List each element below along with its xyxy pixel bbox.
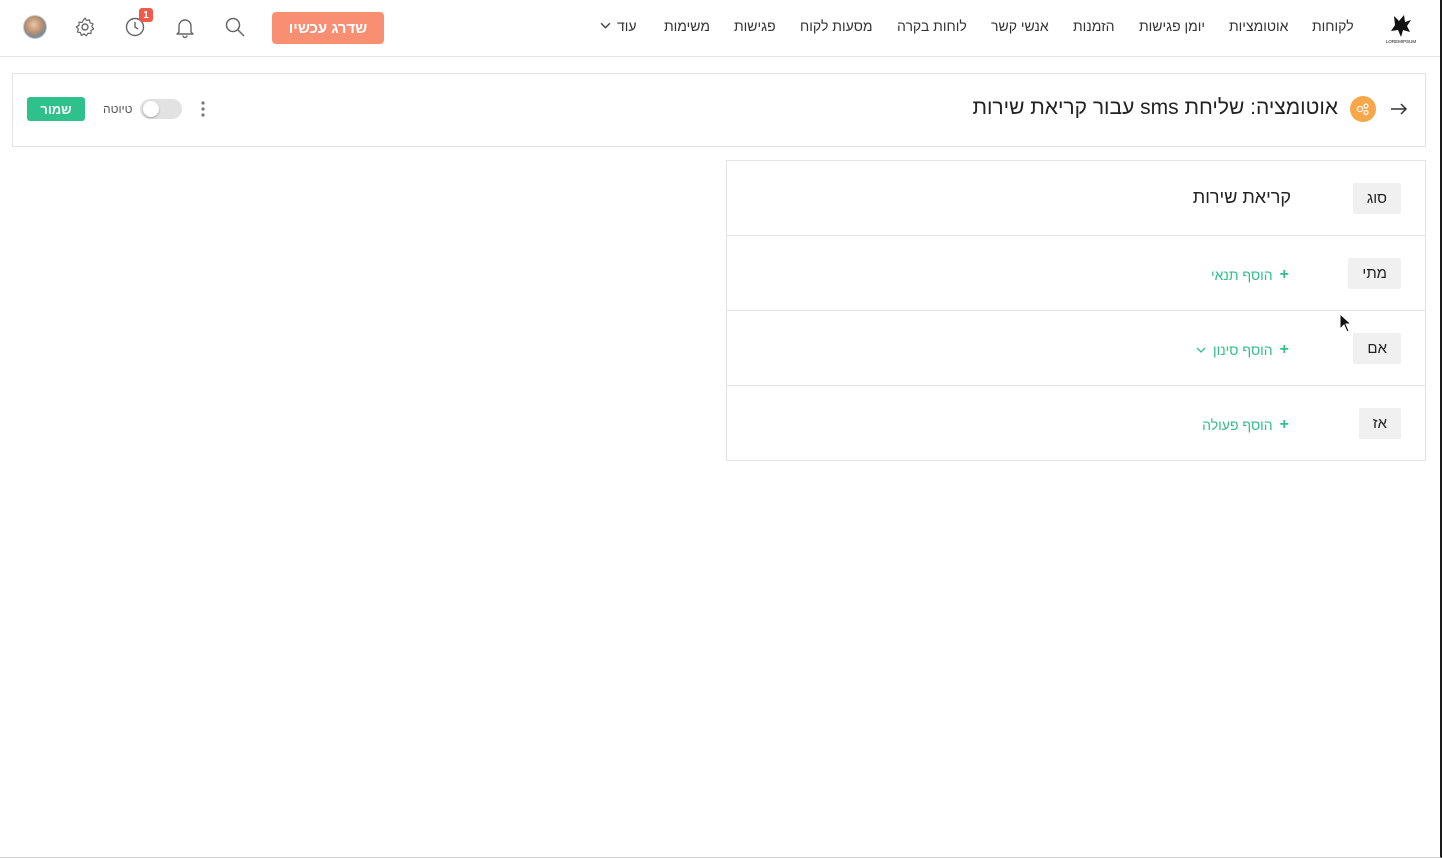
nav-more-menu[interactable]: עוד [600,18,637,34]
rule-row-if: אם + הוסף סינון [727,311,1425,386]
logo-icon[interactable]: LOREMIPSUM [1385,12,1417,44]
plus-icon: + [1279,341,1289,358]
nav-item-customer-journeys[interactable]: מסעות לקוח [800,18,873,34]
rule-label-type: סוג [1352,183,1401,214]
rule-label-when: מתי [1348,258,1401,289]
add-condition-link[interactable]: + הוסף תנאי [1211,266,1289,284]
draft-toggle[interactable] [140,99,182,119]
page-title: אוטומציה: שליחת sms עבור קריאת שירות [972,96,1338,119]
rule-row-then: אז + הוסף פעולה [727,386,1425,461]
nav-item-contacts[interactable]: אנשי קשר [991,18,1049,34]
kebab-icon[interactable] [197,99,209,119]
add-action-label: הוסף פעולה [1202,417,1273,433]
nav-item-meetings-calendar[interactable]: יומן פגישות [1139,18,1205,34]
save-button[interactable]: שמור [27,97,85,121]
nav-more-label: עוד [617,18,637,34]
notification-badge: 1 [139,8,153,22]
search-icon[interactable] [222,14,248,40]
rules-card: סוג קריאת שירות מתי + הוסף תנאי אם + הוס… [726,160,1426,461]
rule-label-if: אם [1353,333,1401,364]
rule-row-when: מתי + הוסף תנאי [727,236,1425,311]
nav-item-meetings[interactable]: פגישות [734,18,776,34]
add-action-link[interactable]: + הוסף פעולה [1202,416,1289,434]
bell-icon[interactable] [172,14,198,40]
add-filter-label: הוסף סינון [1212,342,1273,358]
nav-item-orders[interactable]: הזמנות [1073,18,1115,34]
rule-label-then: אז [1358,408,1401,439]
gear-icon[interactable] [72,14,98,40]
toggle-knob [143,101,159,117]
automation-icon [1350,96,1376,122]
plus-icon: + [1279,266,1289,283]
draft-label: טיוטה [103,102,133,116]
nav-item-dashboards[interactable]: לוחות בקרה [897,18,967,34]
chevron-down-icon [1196,342,1206,358]
nav-item-automations[interactable]: אוטומציות [1229,18,1288,34]
nav-item-customers[interactable]: לקוחות [1312,18,1354,34]
upgrade-button[interactable]: שדרג עכשיו [272,12,384,44]
top-nav: LOREMIPSUM לקוחות אוטומציות יומן פגישות … [0,0,1440,57]
back-arrow-icon[interactable] [1388,98,1410,120]
plus-icon: + [1279,416,1289,433]
nav-item-tasks[interactable]: משימות [664,18,710,34]
app-window: LOREMIPSUM לקוחות אוטומציות יומן פגישות … [0,0,1442,858]
avatar[interactable] [23,15,47,39]
rule-value-type[interactable]: קריאת שירות [1193,187,1291,208]
rule-row-type: סוג קריאת שירות [727,161,1425,236]
logo-text: LOREMIPSUM [1386,39,1417,44]
mouse-cursor-icon [1339,312,1353,333]
chevron-down-icon [600,18,611,34]
add-condition-label: הוסף תנאי [1210,267,1273,283]
add-filter-link[interactable]: + הוסף סינון [1196,341,1289,359]
